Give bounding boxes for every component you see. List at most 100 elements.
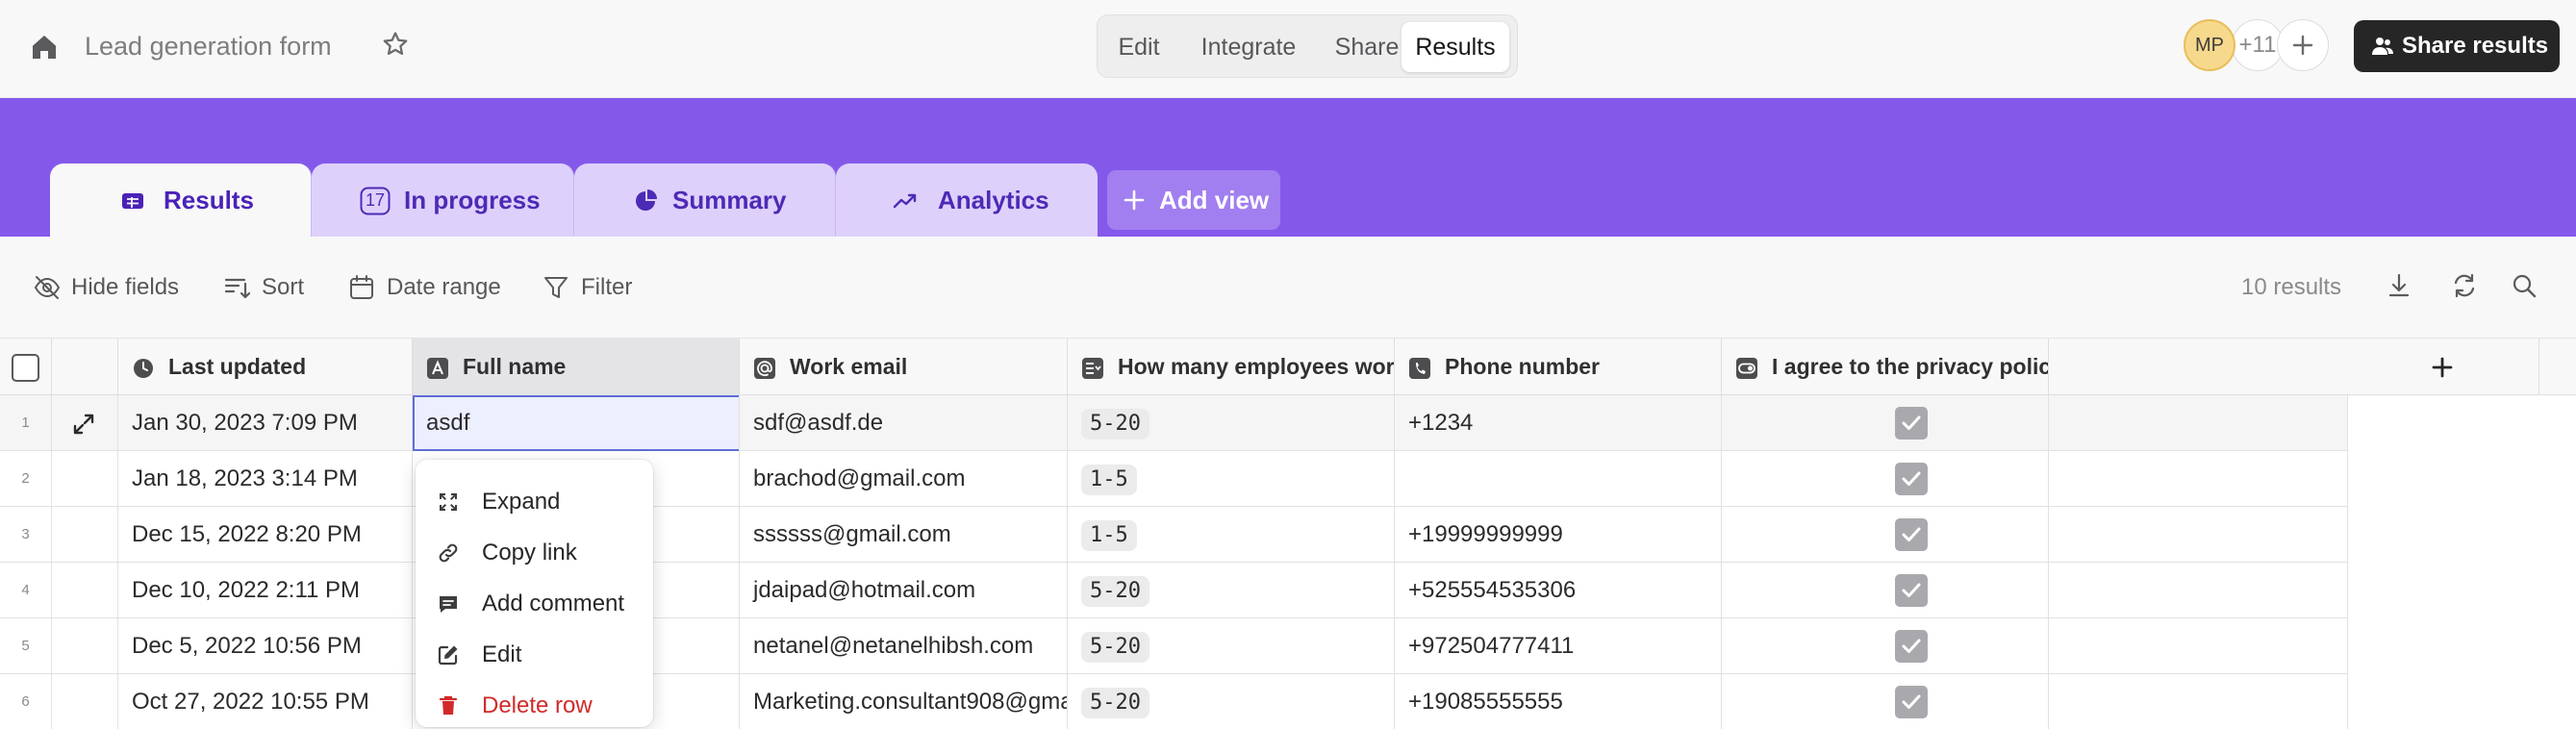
cell-work-email[interactable]: brachod@gmail.com (740, 451, 1068, 507)
mode-tab-share[interactable]: Share (1319, 22, 1415, 72)
menu-item-copy-link[interactable]: Copy link (416, 527, 653, 578)
cell-phone-number[interactable]: +1234 (1395, 395, 1722, 451)
search-icon[interactable] (2509, 270, 2539, 301)
more-users-count[interactable]: +11 (2232, 19, 2284, 71)
employees-pill: 5-20 (1081, 687, 1149, 718)
privacy-checkbox[interactable] (1895, 518, 1928, 551)
check-icon (1902, 471, 1921, 486)
row-number: 2 (0, 451, 52, 507)
column-header-full-name[interactable]: Full name (413, 339, 740, 395)
cell-privacy-policy[interactable] (1722, 507, 2049, 563)
cell-privacy-policy[interactable] (1722, 618, 2049, 674)
privacy-checkbox[interactable] (1895, 574, 1928, 607)
sort-button[interactable]: Sort (223, 271, 304, 304)
menu-item-add-comment[interactable]: Add comment (416, 578, 653, 629)
full-name-edit-field[interactable]: asdf (413, 395, 739, 451)
privacy-checkbox[interactable] (1895, 463, 1928, 495)
privacy-checkbox[interactable] (1895, 630, 1928, 663)
cell-empty (2049, 674, 2347, 729)
cell-privacy-policy[interactable] (1722, 563, 2049, 618)
refresh-icon[interactable] (2449, 270, 2480, 301)
tab-in-progress[interactable]: 17 In progress (312, 163, 574, 237)
cell-employees[interactable]: 5-20 (1068, 395, 1395, 451)
tab-summary[interactable]: Summary (574, 163, 836, 237)
cell-last-updated[interactable]: Oct 27, 2022 10:55 PM (118, 674, 413, 729)
mode-tab-results[interactable]: Results (1402, 22, 1509, 72)
cell-privacy-policy[interactable] (1722, 674, 2049, 729)
column-header-label: Last updated (168, 354, 307, 379)
cell-last-updated[interactable]: Jan 30, 2023 7:09 PM (118, 395, 413, 451)
filter-button[interactable]: Filter (543, 271, 632, 304)
mode-tab-edit[interactable]: Edit (1105, 22, 1173, 72)
filter-icon (544, 277, 568, 298)
row-number: 1 (0, 395, 52, 451)
table-row[interactable]: 6 Oct 27, 2022 10:55 PM Marketing.consul… (0, 674, 2347, 729)
cell-phone-number[interactable]: +19999999999 (1395, 507, 1722, 563)
check-icon (1902, 527, 1921, 541)
tab-analytics[interactable]: Analytics (836, 163, 1098, 237)
pie-chart-icon (636, 189, 657, 211)
add-view-button[interactable]: Add view (1107, 170, 1280, 230)
cell-phone-number[interactable]: +525554535306 (1395, 563, 1722, 618)
tab-summary-label: Summary (672, 186, 787, 214)
column-header-work-email[interactable]: Work email (740, 339, 1068, 395)
cell-last-updated[interactable]: Dec 15, 2022 8:20 PM (118, 507, 413, 563)
table-row[interactable]: 4 Dec 10, 2022 2:11 PM jdaipad@hotmail.c… (0, 563, 2347, 618)
cell-work-email[interactable]: netanel@netanelhibsh.com (740, 618, 1068, 674)
cell-last-updated[interactable]: Jan 18, 2023 3:14 PM (118, 451, 413, 507)
menu-item-delete-row[interactable]: Delete row (416, 680, 653, 729)
cell-employees[interactable]: 1-5 (1068, 451, 1395, 507)
column-header-employees[interactable]: How many employees work at your company? (1068, 339, 1395, 395)
cell-privacy-policy[interactable] (1722, 451, 2049, 507)
select-all-checkbox[interactable] (12, 354, 39, 382)
column-header-last-updated[interactable]: Last updated (118, 339, 413, 395)
download-icon[interactable] (2384, 270, 2414, 301)
row-number: 3 (0, 507, 52, 563)
avatar[interactable]: MP (2184, 19, 2235, 71)
expand-row-icon[interactable] (71, 412, 96, 437)
tab-results[interactable]: Results (50, 163, 312, 237)
privacy-checkbox[interactable] (1895, 407, 1928, 440)
table-row[interactable]: 5 Dec 5, 2022 10:56 PM netanel@netanelhi… (0, 618, 2347, 674)
cell-phone-number[interactable]: +972504777411 (1395, 618, 1722, 674)
add-user-button[interactable] (2277, 19, 2329, 71)
date-range-button[interactable]: Date range (348, 271, 501, 304)
cell-employees[interactable]: 5-20 (1068, 674, 1395, 729)
share-results-button[interactable]: Share results (2354, 20, 2560, 72)
cell-last-updated[interactable]: Dec 5, 2022 10:56 PM (118, 618, 413, 674)
cell-work-email[interactable]: jdaipad@hotmail.com (740, 563, 1068, 618)
cell-employees[interactable]: 5-20 (1068, 618, 1395, 674)
cell-work-email[interactable]: ssssss@gmail.com (740, 507, 1068, 563)
row-number: 5 (0, 618, 52, 674)
menu-item-expand[interactable]: Expand (416, 476, 653, 527)
mode-tab-integrate[interactable]: Integrate (1182, 22, 1315, 72)
users-icon (2372, 38, 2393, 55)
cell-last-updated[interactable]: Dec 10, 2022 2:11 PM (118, 563, 413, 618)
cell-work-email[interactable]: Marketing.consultant908@gmail.com (740, 674, 1068, 729)
menu-item-edit[interactable]: Edit (416, 629, 653, 680)
row-expand-cell (52, 618, 118, 674)
table-row[interactable]: 1 Jan 30, 2023 7:09 PM asdf sdf@asdf.de … (0, 395, 2347, 451)
home-icon[interactable] (29, 32, 60, 63)
hide-fields-button[interactable]: Hide fields (33, 271, 179, 304)
table-row[interactable]: 2 Jan 18, 2023 3:14 PM brachod@gmail.com… (0, 451, 2347, 507)
form-title[interactable]: Lead generation form (85, 29, 332, 63)
text-type-icon (427, 358, 448, 379)
column-header-privacy-policy[interactable]: I agree to the privacy policy (1722, 339, 2049, 395)
cell-full-name[interactable]: asdf (413, 395, 740, 451)
cell-work-email[interactable]: sdf@asdf.de (740, 395, 1068, 451)
cell-phone-number[interactable] (1395, 451, 1722, 507)
cell-employees[interactable]: 5-20 (1068, 563, 1395, 618)
cell-phone-number[interactable]: +19085555555 (1395, 674, 1722, 729)
cell-employees[interactable]: 1-5 (1068, 507, 1395, 563)
privacy-checkbox[interactable] (1895, 686, 1928, 718)
cell-empty (2049, 451, 2347, 507)
mode-switcher: Edit Integrate Share Results (1097, 14, 1518, 78)
check-icon (1902, 694, 1921, 709)
star-icon[interactable] (381, 30, 410, 59)
add-column-icon[interactable] (2427, 352, 2458, 383)
table-row[interactable]: 3 Dec 15, 2022 8:20 PM ssssss@gmail.com … (0, 507, 2347, 563)
column-header-phone-number[interactable]: Phone number (1395, 339, 1722, 395)
cell-privacy-policy[interactable] (1722, 395, 2049, 451)
row-expand-cell (52, 507, 118, 563)
